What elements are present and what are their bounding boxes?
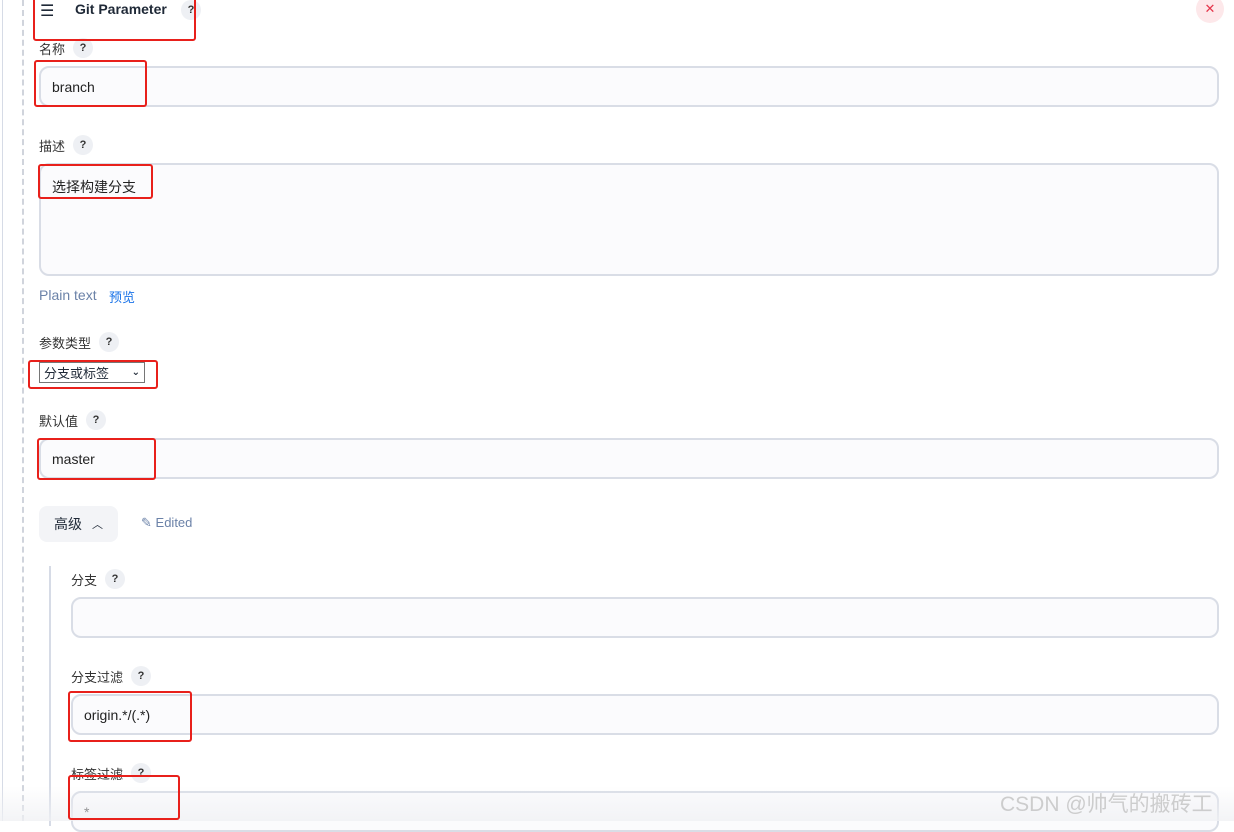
outer-border [2, 0, 3, 821]
default-value-label: 默认值? [39, 410, 107, 430]
chevron-down-icon: ⌄ [131, 367, 140, 378]
edited-indicator: ✎ Edited [141, 515, 193, 530]
branch-filter-label: 分支过滤? [71, 666, 152, 686]
pencil-icon: ✎ [141, 515, 152, 530]
section-title: Git Parameter [75, 1, 167, 17]
preview-link[interactable]: 预览 [109, 287, 135, 306]
branch-label: 分支? [71, 569, 126, 589]
advanced-toggle-button[interactable]: 高级 ︿ [39, 506, 118, 542]
drag-guide-line [22, 0, 24, 821]
param-type-label: 参数类型? [39, 332, 120, 352]
name-input[interactable]: branch [39, 66, 1219, 107]
hamburger-icon[interactable]: ☰ [40, 1, 54, 21]
branch-filter-input[interactable]: origin.*/(.*) [71, 694, 1219, 735]
help-icon[interactable]: ? [181, 0, 201, 20]
close-icon[interactable]: ✕ [1196, 0, 1224, 23]
branch-input[interactable] [71, 597, 1219, 638]
help-icon[interactable]: ? [131, 666, 152, 686]
plain-text-label: Plain text [39, 287, 97, 303]
default-value-input[interactable]: master [39, 438, 1219, 479]
help-icon[interactable]: ? [73, 135, 94, 155]
name-label: 名称? [39, 38, 94, 58]
help-icon[interactable]: ? [99, 332, 120, 352]
description-textarea[interactable]: 选择构建分支 [39, 163, 1219, 276]
help-icon[interactable]: ? [131, 763, 152, 783]
help-icon[interactable]: ? [86, 410, 107, 430]
description-label: 描述? [39, 135, 94, 155]
chevron-up-icon: ︿ [92, 519, 103, 531]
help-icon[interactable]: ? [105, 569, 126, 589]
tag-filter-label: 标签过滤? [71, 763, 152, 783]
watermark: CSDN @帅气的搬砖工 [1000, 793, 1213, 816]
param-type-select[interactable]: 分支或标签 ⌄ [39, 362, 145, 383]
help-icon[interactable]: ? [73, 38, 94, 58]
